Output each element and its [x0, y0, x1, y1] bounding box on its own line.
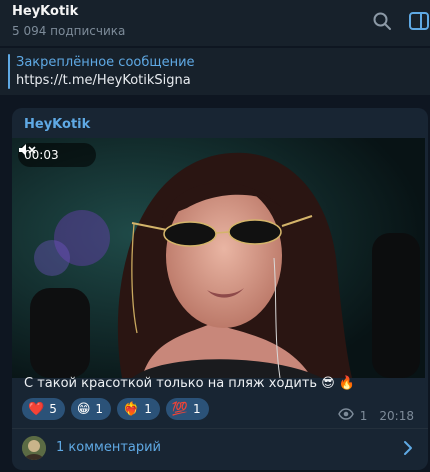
view-count: 1 [359, 408, 368, 423]
reaction-count: 1 [144, 402, 152, 416]
eye-icon [337, 408, 354, 423]
reaction-heart[interactable]: ❤️ 5 [22, 398, 65, 420]
avatar [22, 436, 46, 460]
hundred-points-icon: 💯 [171, 401, 189, 417]
reactions-row: ❤️ 5 😁 1 ❤️‍🔥 1 💯 1 [22, 398, 209, 420]
message-caption: С такой красоткой только на пляж ходить … [24, 376, 356, 391]
grin-face-icon: 😁 [76, 401, 91, 417]
reaction-grin[interactable]: 😁 1 [70, 398, 112, 420]
video-duration-pill: 00:03 [18, 143, 96, 167]
video-thumbnail [12, 138, 425, 378]
pinned-accent-line [8, 54, 10, 89]
channel-header[interactable]: HeyKotik 5 094 подписчика [0, 0, 430, 46]
comments-label: 1 комментарий [56, 440, 162, 455]
reaction-count: 5 [49, 402, 57, 416]
comments-divider [12, 428, 428, 429]
video-player[interactable]: 00:03 [12, 138, 425, 378]
search-icon[interactable] [371, 10, 393, 32]
message-time: 20:18 [379, 408, 414, 423]
pinned-message-text[interactable]: https://t.me/HeyKotikSigna [16, 73, 191, 88]
reaction-count: 1 [193, 402, 201, 416]
message-meta: 1 20:18 [337, 408, 414, 423]
pinned-message-title: Закреплённое сообщение [16, 55, 195, 70]
channel-title[interactable]: HeyKotik [12, 4, 78, 19]
message-bubble: HeyKotik 00:03 С такой красоткой только … [12, 108, 428, 470]
reaction-count: 1 [95, 402, 104, 416]
message-author[interactable]: HeyKotik [24, 117, 90, 132]
reaction-heart-on-fire[interactable]: ❤️‍🔥 1 [117, 398, 160, 420]
heart-icon: ❤️ [28, 401, 45, 417]
heart-on-fire-icon: ❤️‍🔥 [123, 401, 140, 417]
comments-button[interactable]: 1 комментарий [12, 430, 428, 470]
sidebar-toggle-icon[interactable] [408, 10, 430, 32]
reaction-hundred[interactable]: 💯 1 [165, 398, 209, 420]
chevron-right-icon [402, 440, 414, 460]
subscriber-count: 5 094 подписчика [12, 24, 126, 38]
pinned-message-bar[interactable]: Закреплённое сообщение https://t.me/HeyK… [0, 48, 430, 95]
